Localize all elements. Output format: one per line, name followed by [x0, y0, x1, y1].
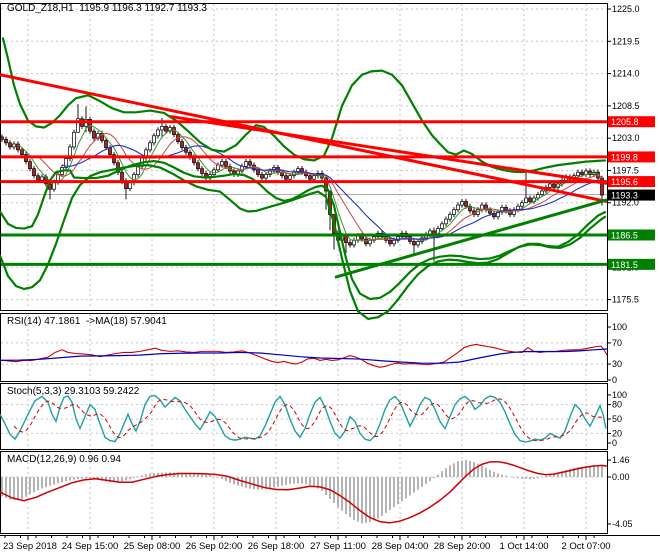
- candle-body: [40, 176, 44, 181]
- price-axis-label: 1203.0: [612, 133, 640, 143]
- candle-body: [244, 161, 248, 167]
- candle-body: [200, 168, 204, 174]
- candle-body: [12, 143, 16, 148]
- candle-body: [548, 183, 552, 188]
- price-axis-label: 1208.5: [612, 101, 640, 111]
- candle-body: [180, 141, 184, 148]
- candle-body: [92, 130, 96, 139]
- chart-canvas[interactable]: 1225.01219.51214.01208.51203.01197.51192…: [0, 0, 660, 560]
- candle-body: [440, 223, 444, 229]
- candle-body: [196, 162, 200, 170]
- stoch-axis-label: 20: [612, 428, 622, 438]
- candle-body: [528, 197, 532, 202]
- time-axis-label: 26 Sep 18:00: [248, 541, 305, 552]
- candle-body: [164, 126, 168, 132]
- candle-body: [152, 135, 156, 144]
- time-axis-label: 2 Oct 07:00: [561, 541, 610, 552]
- candle-body: [452, 209, 456, 215]
- candle-body: [52, 181, 56, 190]
- trading-chart-window: 1225.0 1219.5 1214.0 1208.5 1203.0 1197.5 1192…: [0, 0, 660, 560]
- candle-body: [216, 164, 220, 171]
- candle-body: [8, 142, 12, 148]
- candle-body: [344, 235, 348, 243]
- candle-body: [256, 169, 260, 175]
- candle-body: [368, 239, 372, 245]
- time-axis-label: 24 Sep 15:00: [62, 541, 119, 552]
- time-axis-label: 25 Sep 08:00: [124, 541, 181, 552]
- stoch-axis-label: 100: [612, 390, 627, 400]
- candle-body: [156, 129, 160, 137]
- candle-body: [444, 218, 448, 225]
- rsi-indicator-label: RSI(14) 47.1861 ->MA(18) 57.9041: [7, 316, 167, 327]
- candle-body: [248, 161, 252, 166]
- candle-body: [576, 171, 580, 177]
- stoch-indicator-label: Stoch(5,3,3) 29.3103 59.2422: [7, 386, 140, 397]
- price-badge-label: 1205.8: [611, 117, 639, 127]
- macd-axis-label: 1.46: [612, 455, 630, 465]
- candle-body: [160, 126, 164, 131]
- time-axis-label: 26 Sep 02:00: [186, 541, 243, 552]
- candle-body: [264, 174, 268, 179]
- candle-body: [348, 242, 352, 246]
- price-axis-label: 1175.5: [612, 295, 639, 305]
- candle-body: [4, 138, 8, 144]
- candle-body: [224, 161, 228, 167]
- candle-body: [28, 161, 32, 170]
- candle-body: [284, 175, 288, 180]
- candle-body: [460, 201, 464, 206]
- candle-body: [524, 197, 528, 204]
- candle-body: [220, 161, 224, 166]
- candle-body: [552, 183, 556, 188]
- price-badge-label: 1193.3: [611, 191, 638, 201]
- candle-body: [288, 175, 292, 180]
- candle-body: [32, 168, 36, 177]
- price-axis-label: 1219.5: [612, 36, 640, 46]
- candle-body: [580, 171, 584, 175]
- candle-body: [128, 182, 132, 189]
- candle-body: [520, 202, 524, 207]
- candle-body: [536, 194, 540, 199]
- candle-body: [20, 149, 24, 155]
- stoch-axis-label: 80: [612, 400, 622, 410]
- price-badge-label: 1195.6: [611, 177, 638, 187]
- candle-body: [72, 131, 76, 148]
- time-axis-label: 28 Sep 20:00: [434, 541, 491, 552]
- time-axis-label: 28 Sep 04:00: [372, 541, 429, 552]
- time-axis-label: 1 Oct 14:00: [499, 541, 548, 552]
- chart-title-ohlc: GOLD_Z18,H1 1195.9 1196.3 1192.7 1193.3: [7, 3, 207, 14]
- macd-axis-label: -4.05: [612, 519, 633, 529]
- candle-body: [260, 174, 264, 179]
- time-axis-label: 27 Sep 11:00: [310, 541, 366, 552]
- price-axis-label: 1214.0: [612, 69, 640, 79]
- price-badge-label: 1199.8: [611, 152, 638, 162]
- candle-body: [0, 136, 4, 140]
- candle-body: [36, 175, 40, 181]
- price-axis-label: 1225.0: [612, 4, 640, 14]
- candle-body: [364, 238, 368, 245]
- candle-body: [388, 239, 392, 245]
- stoch-axis-label: 0: [612, 438, 617, 448]
- candle-body: [456, 204, 460, 211]
- price-badge-label: 1186.5: [611, 230, 638, 240]
- price-badge-label: 1181.5: [611, 260, 638, 270]
- candle-body: [392, 239, 396, 245]
- rsi-axis-label: 0: [612, 375, 617, 385]
- macd-indicator-label: MACD(12,26,9) 0.96 0.94: [7, 454, 121, 465]
- rsi-axis-label: 100: [612, 322, 627, 332]
- rsi-axis-label: 70: [612, 338, 622, 348]
- candle-body: [412, 241, 416, 246]
- candle-body: [312, 175, 316, 180]
- rsi-axis-label: 30: [612, 359, 622, 369]
- candle-body: [448, 214, 452, 220]
- candle-body: [104, 140, 108, 148]
- stoch-axis-label: 50: [612, 414, 622, 424]
- candle-body: [416, 241, 420, 246]
- macd-axis-label: 0.00: [612, 472, 630, 482]
- candle-body: [464, 201, 468, 207]
- candle-body: [540, 190, 544, 195]
- candle-body: [148, 142, 152, 151]
- time-axis-label: 23 Sep 2018: [3, 541, 57, 552]
- candle-body: [308, 175, 312, 180]
- price-axis-label: 1197.5: [612, 165, 639, 175]
